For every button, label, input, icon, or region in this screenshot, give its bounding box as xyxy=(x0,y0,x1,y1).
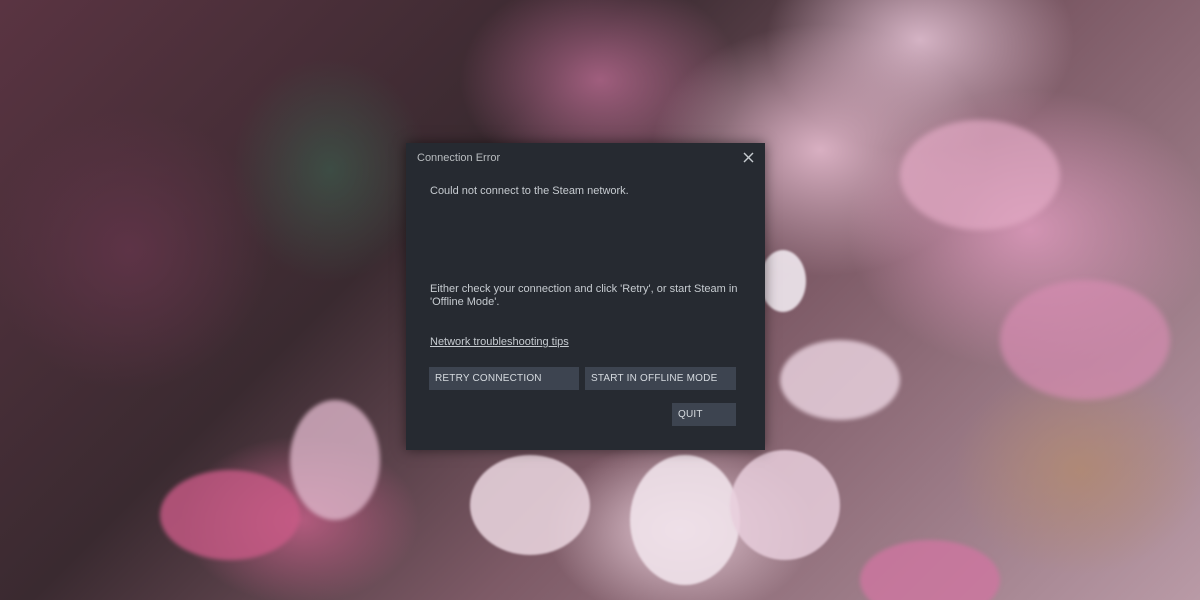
background-petal xyxy=(290,400,380,520)
background-petal xyxy=(160,470,300,560)
close-icon xyxy=(743,152,754,163)
close-button[interactable] xyxy=(739,148,759,168)
connection-error-dialog: Connection Error Could not connect to th… xyxy=(406,143,765,450)
instructions-text: Either check your connection and click '… xyxy=(430,283,738,308)
start-offline-mode-button[interactable]: START IN OFFLINE MODE xyxy=(585,367,736,390)
background-petal xyxy=(780,340,900,420)
background-petal xyxy=(1000,280,1170,400)
error-message: Could not connect to the Steam network. xyxy=(430,185,629,197)
background-petal xyxy=(760,250,806,312)
retry-connection-button[interactable]: RETRY CONNECTION xyxy=(429,367,579,390)
quit-button[interactable]: QUIT xyxy=(672,403,736,426)
background-petal xyxy=(900,120,1060,230)
dialog-title-bar[interactable]: Connection Error xyxy=(406,143,765,173)
background-petal xyxy=(630,455,740,585)
dialog-title: Connection Error xyxy=(417,152,501,164)
desktop-background: Connection Error Could not connect to th… xyxy=(0,0,1200,600)
background-petal xyxy=(470,455,590,555)
background-petal xyxy=(860,540,1000,600)
background-petal xyxy=(730,450,840,560)
troubleshooting-link[interactable]: Network troubleshooting tips xyxy=(430,336,569,348)
